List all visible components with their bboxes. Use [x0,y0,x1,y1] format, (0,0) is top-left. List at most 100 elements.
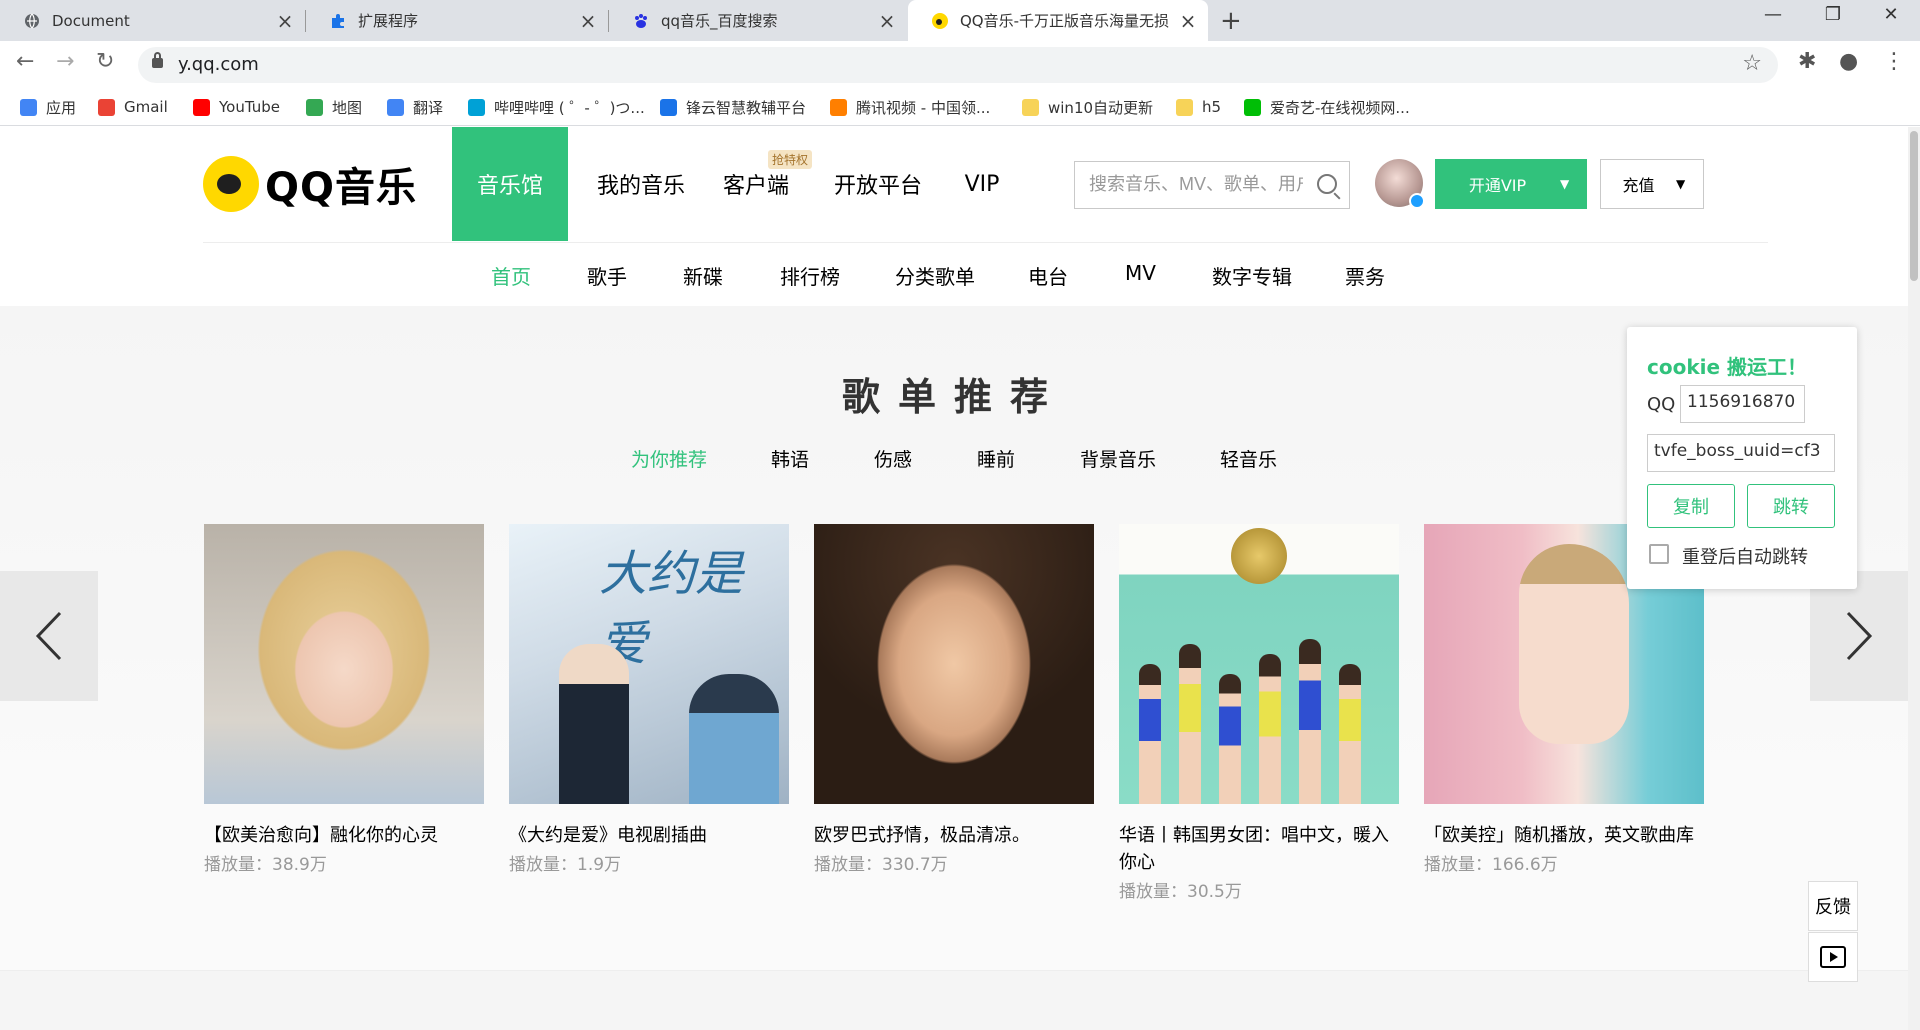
carousel-next-button[interactable] [1810,571,1908,701]
search-input[interactable] [1075,162,1305,206]
bookmark-translate[interactable]: 翻译 [387,96,443,118]
folder-icon [1176,98,1193,116]
tab-document[interactable]: Document × [0,0,305,41]
subnav-singers[interactable]: 歌手 [587,261,627,290]
cookie-input[interactable]: tvfe_boss_uuid=cf3 [1647,434,1835,472]
category-tab[interactable]: 伤感 [874,445,912,472]
bookmark-label: 地图 [332,98,363,117]
category-tab[interactable]: 为你推荐 [631,445,707,472]
bookmark-bilibili[interactable]: 哔哩哔哩 ( ゜- ゜)つ... [468,96,645,118]
bookmark-fengyun[interactable]: 锋云智慧教辅平台 [660,96,806,118]
search-icon[interactable] [1317,174,1337,194]
nav-client[interactable]: 客户端 [712,127,800,241]
avatar[interactable] [1375,159,1425,209]
feedback-button[interactable]: 反馈 [1808,881,1858,931]
bookmark-star-icon[interactable]: ☆ [1742,51,1762,76]
cover-figure [559,644,629,804]
bookmark-label: YouTube [219,98,280,116]
close-tab-icon[interactable]: × [578,9,598,33]
playlist-plays: 播放量：30.5万 [1119,882,1242,902]
qq-number-input[interactable]: 1156916870 [1680,385,1805,423]
close-tab-icon[interactable]: × [275,9,295,33]
reload-icon[interactable]: ↻ [96,49,114,74]
playlist-name[interactable]: 华语丨韩国男女团：唱中文，暖入你心 [1119,822,1399,876]
close-window-icon[interactable]: ✕ [1871,4,1911,25]
playlist-card[interactable]: 欧罗巴式抒情，极品清凉。 播放量：330.7万 [814,524,1094,875]
mini-player-button[interactable] [1808,932,1858,982]
subnav-new-albums[interactable]: 新碟 [683,261,723,290]
close-tab-icon[interactable]: × [877,9,897,33]
bookmark-maps[interactable]: 地图 [306,96,362,118]
menu-icon[interactable]: ⋮ [1883,49,1905,74]
close-tab-icon[interactable]: × [1178,9,1198,33]
carousel-prev-button[interactable] [0,571,98,701]
scrollbar-thumb[interactable] [1910,131,1918,281]
jump-button[interactable]: 跳转 [1747,484,1835,528]
group-logo-icon [1231,528,1287,584]
open-vip-button[interactable]: 开通VIP ▼ [1435,159,1587,209]
nav-music-hall[interactable]: 音乐馆 [452,127,568,241]
profile-icon[interactable]: ● [1839,49,1858,74]
nav-open-platform[interactable]: 开放平台 [826,127,930,241]
puzzle-icon [332,13,344,28]
chevron-left-icon [35,611,62,661]
apps-grid-icon [20,98,37,116]
playlist-cover[interactable] [204,524,484,804]
tab-extensions[interactable]: 扩展程序 × [306,0,608,41]
caret-down-icon[interactable]: ▼ [1560,177,1569,191]
playlist-cover[interactable]: 大约是爱 [509,524,789,804]
nav-vip[interactable]: VIP [952,127,1012,241]
playlist-cover[interactable] [814,524,1094,804]
page-scrollbar[interactable] [1908,127,1920,1030]
playlist-card[interactable]: 大约是爱 《大约是爱》电视剧插曲 播放量：1.9万 [509,524,789,875]
bookmark-iqiyi[interactable]: 爱奇艺-在线视频网... [1244,96,1410,118]
playlist-cover[interactable] [1119,524,1399,804]
nav-my-music[interactable]: 我的音乐 [586,127,696,241]
subnav-radio[interactable]: 电台 [1028,261,1068,290]
logo-text: QQ音乐 [265,165,418,211]
cookie-widget: cookie 搬运工！ QQ 1156916870 tvfe_boss_uuid… [1627,327,1857,589]
subnav-tickets[interactable]: 票务 [1345,261,1385,290]
restore-icon[interactable]: ❐ [1813,4,1853,25]
tab-baidu-search[interactable]: qq音乐_百度搜索 × [609,0,907,41]
cover-figure [1339,664,1361,804]
auto-jump-label: 重登后自动跳转 [1682,547,1808,568]
address-bar[interactable]: y.qq.com ☆ [138,47,1778,83]
back-icon[interactable]: ← [16,49,34,74]
recharge-button[interactable]: 充值 ▼ [1600,159,1704,209]
playlist-name[interactable]: 「欧美控」随机播放，英文歌曲库 [1424,822,1704,849]
subnav-categories[interactable]: 分类歌单 [895,261,975,290]
bookmark-youtube[interactable]: YouTube [193,96,280,118]
subnav-charts[interactable]: 排行榜 [780,261,840,290]
extensions-icon[interactable]: ✱ [1798,49,1816,74]
bookmark-win10[interactable]: win10自动更新 [1022,96,1153,118]
playlist-card[interactable]: 华语丨韩国男女团：唱中文，暖入你心 播放量：30.5万 [1119,524,1399,902]
forward-icon[interactable]: → [56,49,74,74]
new-tab-icon[interactable]: + [1220,6,1242,36]
auto-jump-checkbox[interactable] [1649,544,1669,564]
bookmark-h5[interactable]: h5 [1176,96,1221,118]
category-tab[interactable]: 背景音乐 [1080,445,1156,472]
playlist-name[interactable]: 《大约是爱》电视剧插曲 [509,822,789,849]
category-tab[interactable]: 韩语 [771,445,809,472]
copy-button[interactable]: 复制 [1647,484,1735,528]
cover-figure [1259,654,1281,804]
subnav-home[interactable]: 首页 [491,261,531,290]
globe-icon [25,13,39,28]
bookmark-apps[interactable]: 应用 [20,96,76,118]
bookmark-gmail[interactable]: Gmail [98,96,168,118]
playlist-name[interactable]: 欧罗巴式抒情，极品清凉。 [814,822,1094,849]
category-tab[interactable]: 轻音乐 [1220,445,1277,472]
playlist-card[interactable]: 【欧美治愈向】融化你的心灵 播放量：38.9万 [204,524,484,875]
qq-music-logo[interactable]: QQ音乐 [203,155,417,213]
tab-qq-music[interactable]: QQ音乐-千万正版音乐海量无损 × [908,0,1208,41]
playlist-name[interactable]: 【欧美治愈向】融化你的心灵 [204,822,484,849]
category-tab[interactable]: 睡前 [977,445,1015,472]
bookmark-label: 腾讯视频 - 中国领... [856,98,991,117]
minimize-icon[interactable]: — [1753,4,1793,25]
bookmark-label: 哔哩哔哩 ( ゜- ゜)つ... [494,98,645,117]
subnav-digital-albums[interactable]: 数字专辑 [1212,261,1292,290]
bookmark-tencent-video[interactable]: 腾讯视频 - 中国领... [830,96,990,118]
maps-icon [306,98,323,116]
subnav-mv[interactable]: MV [1125,261,1156,285]
